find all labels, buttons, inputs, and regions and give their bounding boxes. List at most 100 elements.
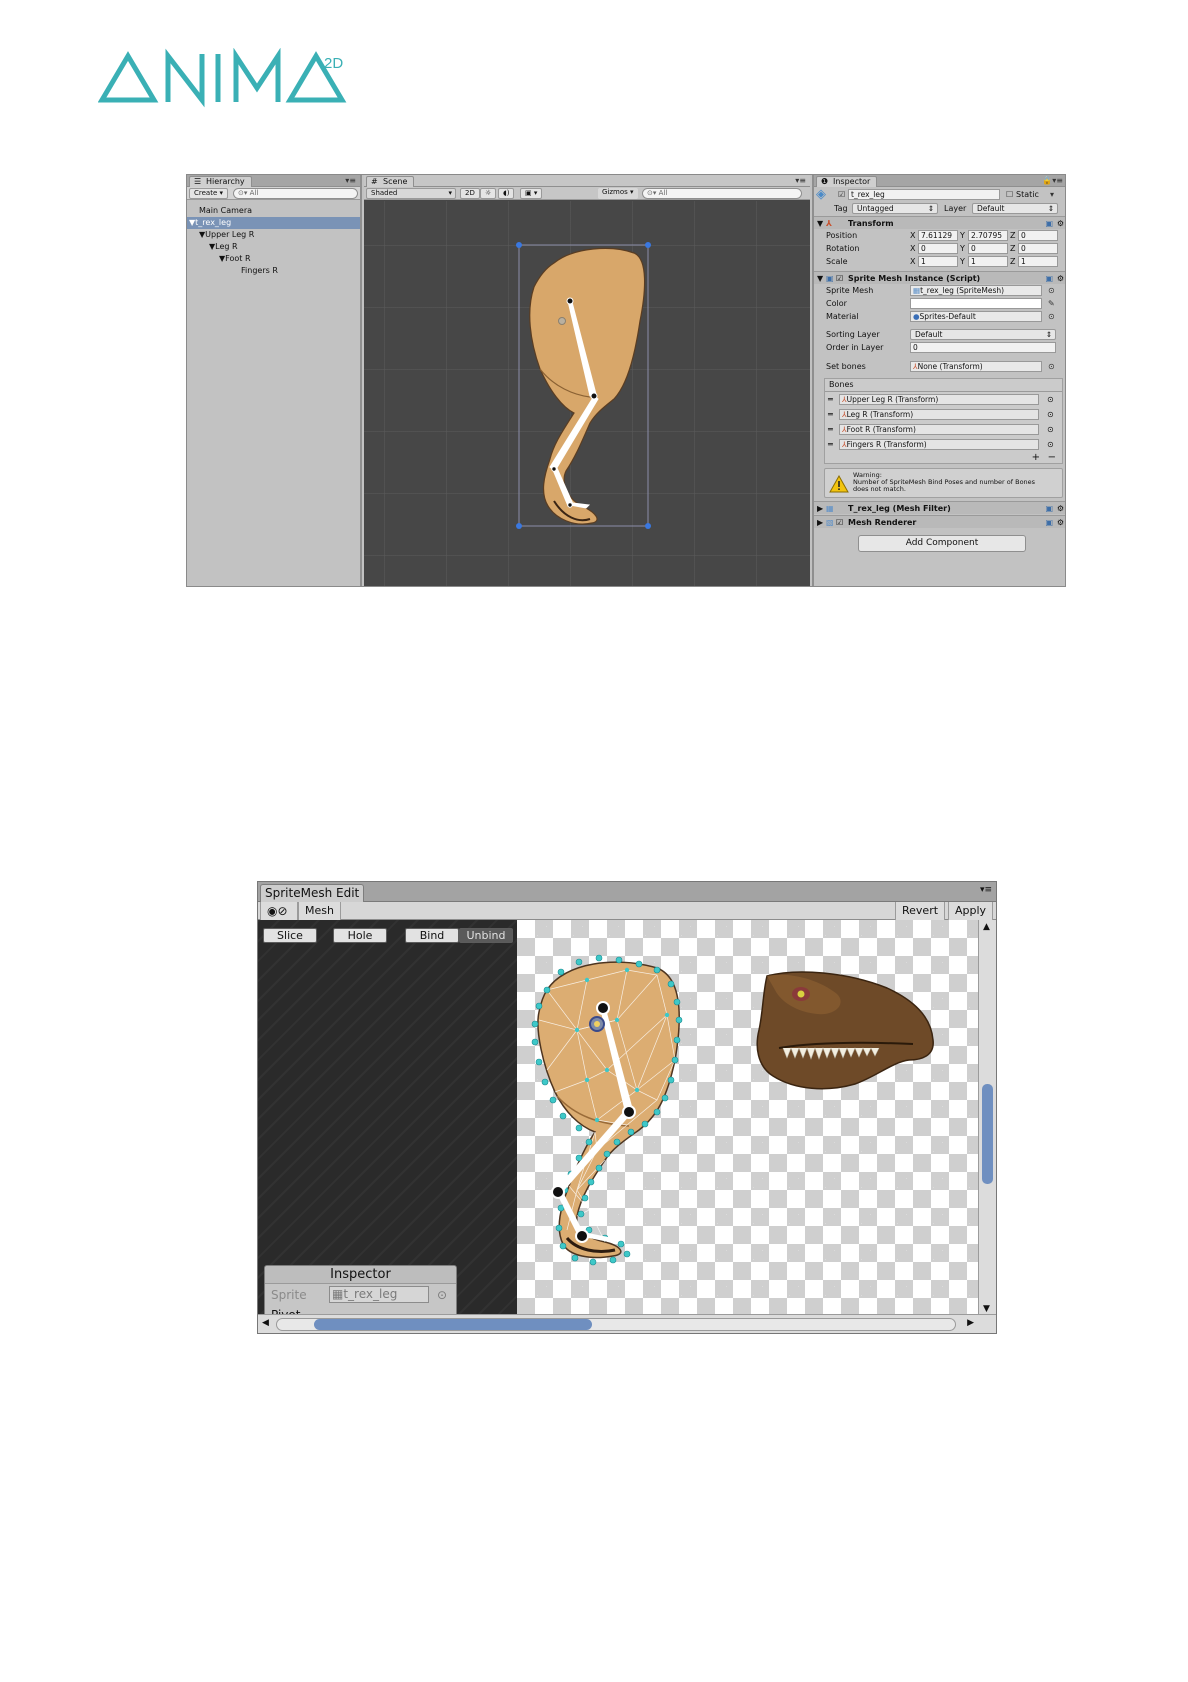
object-name-input[interactable]: t_rex_leg bbox=[848, 189, 1000, 200]
hierarchy-item-foot-r[interactable]: ▼Foot R bbox=[187, 253, 360, 265]
collapse-arrow-icon[interactable]: ▶ bbox=[817, 516, 823, 529]
active-checkbox[interactable]: ☑ bbox=[838, 188, 845, 201]
rotation-z-field[interactable]: 0 bbox=[1018, 243, 1058, 254]
mode-2d-button[interactable]: 2D bbox=[460, 188, 480, 199]
vertical-scroll-thumb[interactable] bbox=[982, 1084, 993, 1184]
tag-dropdown[interactable]: Untagged ⇕ bbox=[852, 203, 938, 214]
bones-header: Bones bbox=[829, 380, 854, 389]
object-picker-icon[interactable]: ⊙ bbox=[1047, 423, 1054, 437]
help-icon[interactable]: ▣ bbox=[1045, 516, 1053, 529]
sprite-mesh-field[interactable]: ▦t_rex_leg (SpriteMesh) bbox=[910, 285, 1042, 296]
bone-field[interactable]: ⅄Upper Leg R (Transform) bbox=[839, 394, 1039, 405]
mesh-renderer-header[interactable]: ▶ ▧ ☑ Mesh Renderer ▣ ⚙ bbox=[814, 515, 1065, 529]
drag-handle-icon[interactable]: ═ bbox=[828, 423, 833, 437]
enabled-checkbox[interactable]: ☑ bbox=[836, 516, 843, 529]
apply-button[interactable]: Apply bbox=[948, 902, 994, 920]
static-checkbox[interactable]: ☐ bbox=[1006, 188, 1013, 201]
rotation-y-field[interactable]: 0 bbox=[968, 243, 1008, 254]
slice-button[interactable]: Slice bbox=[263, 928, 317, 943]
effects-dropdown-icon[interactable]: ▣ ▾ bbox=[520, 188, 543, 199]
material-field[interactable]: ●Sprites-Default bbox=[910, 311, 1042, 322]
scale-y-field[interactable]: 1 bbox=[968, 256, 1008, 267]
hierarchy-search-input[interactable]: ⊙▾ All bbox=[233, 188, 358, 199]
horizontal-scrollbar[interactable]: ◀ ▶ bbox=[258, 1314, 996, 1333]
hierarchy-item-upper-leg-r[interactable]: ▼Upper Leg R bbox=[187, 229, 360, 241]
panel-menu-icon[interactable]: ▾≡ bbox=[345, 176, 356, 185]
drag-handle-icon[interactable]: ═ bbox=[828, 393, 833, 407]
tab-spritemesh-editor[interactable]: SpriteMesh Edit bbox=[260, 884, 365, 902]
transform-component-header[interactable]: ▼ ⅄ Transform ▣ ⚙ bbox=[814, 216, 1065, 229]
tab-inspector[interactable]: ❶ Inspector bbox=[816, 176, 878, 187]
shading-dropdown[interactable]: Shaded ▾ bbox=[366, 188, 456, 199]
tab-scene[interactable]: # Scene bbox=[366, 176, 415, 187]
tab-hierarchy[interactable]: ☰ Hierarchy bbox=[189, 176, 252, 187]
eyedropper-icon[interactable]: ✎ bbox=[1048, 297, 1055, 310]
hole-button[interactable]: Hole bbox=[333, 928, 387, 943]
scale-z-field[interactable]: 1 bbox=[1018, 256, 1058, 267]
create-button[interactable]: Create ▾ bbox=[189, 188, 228, 199]
bone-field[interactable]: ⅄Fingers R (Transform) bbox=[839, 439, 1039, 450]
axis-x-label: X bbox=[910, 231, 916, 240]
search-icon: ⊙▾ bbox=[238, 189, 248, 197]
object-picker-icon[interactable]: ⊙ bbox=[1048, 310, 1055, 323]
hierarchy-item-leg-r[interactable]: ▼Leg R bbox=[187, 241, 360, 253]
static-label: Static bbox=[1016, 190, 1039, 199]
vertical-scrollbar[interactable]: ▲ ▼ bbox=[978, 920, 996, 1316]
layer-dropdown[interactable]: Default ⇕ bbox=[972, 203, 1058, 214]
mesh-filter-header[interactable]: ▶ ▦ T_rex_leg (Mesh Filter) ▣ ⚙ bbox=[814, 501, 1065, 515]
revert-button[interactable]: Revert bbox=[895, 902, 946, 920]
mesh-tab-button[interactable]: Mesh bbox=[298, 902, 341, 920]
mesh-renderer-title: Mesh Renderer bbox=[848, 518, 917, 527]
scroll-right-icon[interactable]: ▶ bbox=[967, 1318, 974, 1328]
drag-handle-icon[interactable]: ═ bbox=[828, 408, 833, 422]
hierarchy-item-main-camera[interactable]: Main Camera bbox=[187, 205, 360, 217]
mesh-renderer-icon: ▧ bbox=[826, 518, 834, 527]
rotation-x-field[interactable]: 0 bbox=[918, 243, 958, 254]
bone-field[interactable]: ⅄Leg R (Transform) bbox=[839, 409, 1039, 420]
remove-bone-icon[interactable]: − bbox=[1048, 452, 1056, 463]
object-picker-icon[interactable]: ⊙ bbox=[1047, 438, 1054, 452]
object-picker-icon[interactable]: ⊙ bbox=[1047, 393, 1054, 407]
color-swatch[interactable] bbox=[910, 298, 1042, 309]
scene-search-input[interactable]: ⊙▾ All bbox=[642, 188, 802, 199]
scroll-left-icon[interactable]: ◀ bbox=[262, 1318, 269, 1328]
gizmos-dropdown[interactable]: Gizmos ▾ bbox=[598, 188, 638, 199]
hierarchy-item-t-rex-leg[interactable]: ▼t_rex_leg bbox=[187, 217, 360, 229]
sprite-mesh-instance-header[interactable]: ▼ ▣ ☑ Sprite Mesh Instance (Script) ▣ ⚙ bbox=[814, 271, 1065, 284]
position-y-field[interactable]: 2.70795 bbox=[968, 230, 1008, 241]
help-icon[interactable]: ▣ bbox=[1045, 502, 1053, 515]
horizontal-scroll-thumb[interactable] bbox=[314, 1319, 592, 1330]
lock-and-menu-icon[interactable]: 🔒▾≡ bbox=[1042, 176, 1063, 185]
scroll-up-icon[interactable]: ▲ bbox=[983, 922, 990, 932]
scale-x-field[interactable]: 1 bbox=[918, 256, 958, 267]
set-bones-field[interactable]: ⅄None (Transform) bbox=[910, 361, 1042, 372]
scene-viewport[interactable] bbox=[364, 201, 810, 586]
object-picker-icon[interactable]: ⊙ bbox=[1047, 408, 1054, 422]
lighting-toggle-icon[interactable]: ☼ bbox=[480, 188, 497, 199]
scroll-down-icon[interactable]: ▼ bbox=[983, 1304, 990, 1314]
view-toggle-icon[interactable]: ◉⊘ bbox=[260, 902, 298, 920]
object-picker-icon[interactable]: ⊙ bbox=[1048, 360, 1055, 373]
gear-icon[interactable]: ⚙ bbox=[1057, 502, 1064, 515]
object-picker-icon[interactable]: ⊙ bbox=[1048, 284, 1055, 297]
hierarchy-item-fingers-r[interactable]: Fingers R bbox=[187, 265, 360, 277]
position-z-field[interactable]: 0 bbox=[1018, 230, 1058, 241]
position-x-field[interactable]: 7.61129 bbox=[918, 230, 958, 241]
mesh-canvas[interactable] bbox=[517, 920, 980, 1316]
object-picker-icon[interactable]: ⊙ bbox=[437, 1288, 447, 1302]
sorting-layer-dropdown[interactable]: Default ⇕ bbox=[910, 329, 1056, 340]
panel-menu-icon[interactable]: ▾≡ bbox=[795, 176, 806, 185]
collapse-arrow-icon[interactable]: ▶ bbox=[817, 502, 823, 515]
chevron-down-icon[interactable]: ▾ bbox=[1050, 188, 1054, 201]
add-bone-icon[interactable]: + bbox=[1032, 452, 1040, 463]
bone-field[interactable]: ⅄Foot R (Transform) bbox=[839, 424, 1039, 435]
add-component-button[interactable]: Add Component bbox=[858, 535, 1026, 552]
gear-icon[interactable]: ⚙ bbox=[1057, 516, 1064, 529]
unbind-button[interactable]: Unbind bbox=[459, 928, 513, 943]
window-menu-icon[interactable]: ▾≡ bbox=[980, 885, 992, 895]
order-in-layer-field[interactable]: 0 bbox=[910, 342, 1056, 353]
bind-button[interactable]: Bind bbox=[405, 928, 459, 943]
sprite-value: t_rex_leg bbox=[343, 1287, 398, 1301]
audio-toggle-icon[interactable]: ◖) bbox=[498, 188, 515, 199]
drag-handle-icon[interactable]: ═ bbox=[828, 438, 833, 452]
